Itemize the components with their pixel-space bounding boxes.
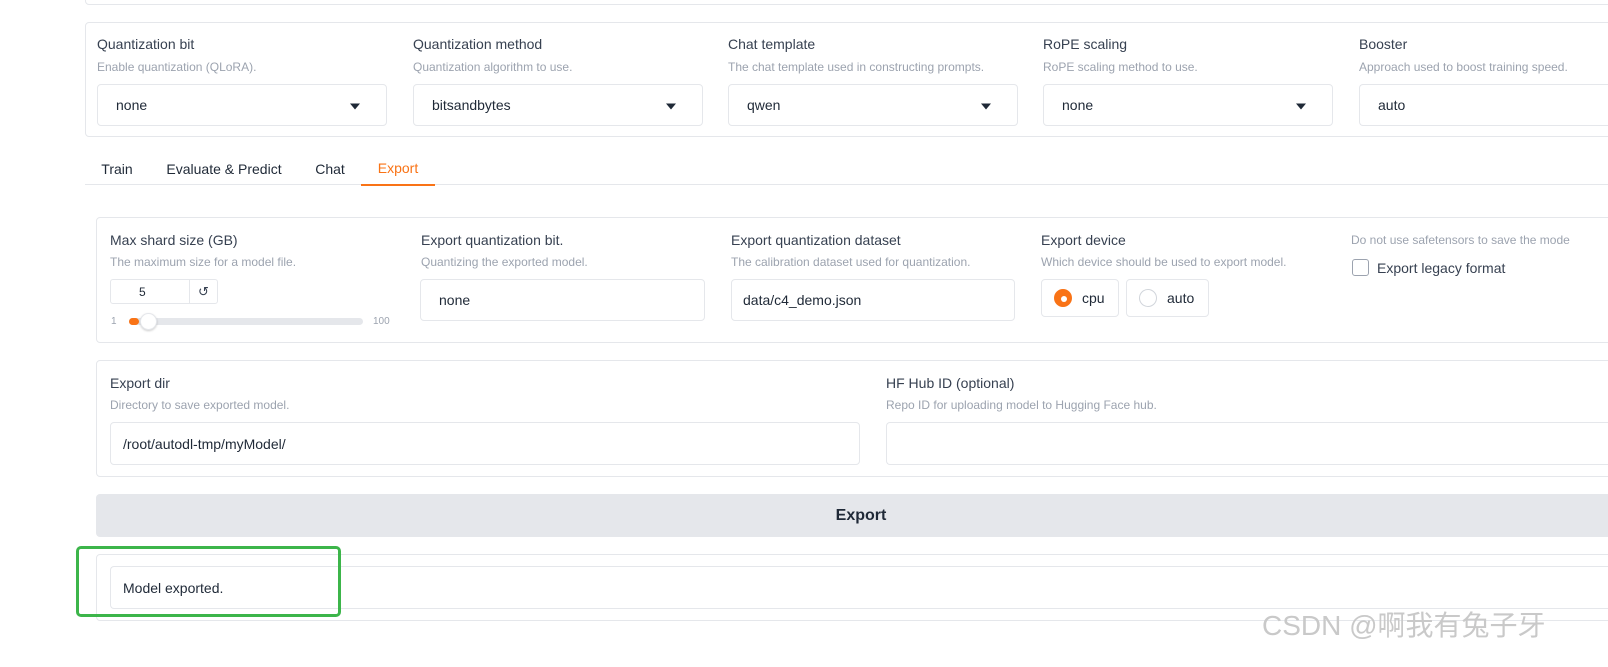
previous-panel-edge [85,0,1608,5]
max-shard-size-info: The maximum size for a model file. [110,255,297,269]
rope-scaling-info: RoPE scaling method to use. [1043,60,1198,74]
export-legacy-format-info: Do not use safetensors to save the mode [1351,233,1570,247]
radio-selected-icon [1054,289,1072,307]
quantization-bit-info: Enable quantization (QLoRA). [97,60,257,74]
radio-unselected-icon [1139,289,1157,307]
export-device-cpu-label: cpu [1082,290,1105,306]
booster-value: auto [1378,97,1406,113]
chevron-down-icon [350,103,360,110]
export-quantization-dataset-value: data/c4_demo.json [743,292,862,308]
export-device-info: Which device should be used to export mo… [1041,255,1287,269]
rope-scaling-dropdown[interactable]: none [1043,84,1333,126]
slider-max-label: 100 [373,316,390,327]
export-quantization-dataset-label: Export quantization dataset [731,232,901,248]
quantization-method-info: Quantization algorithm to use. [413,60,573,74]
chevron-down-icon [666,103,676,110]
max-shard-size-slider[interactable] [129,313,363,330]
tab-export[interactable]: Export [361,152,435,186]
export-quantization-dataset-input[interactable]: data/c4_demo.json [731,279,1015,321]
export-dir-value: /root/autodl-tmp/myModel/ [123,435,286,452]
hf-hub-id-label: HF Hub ID (optional) [886,375,1015,391]
slider-min-label: 1 [111,316,117,327]
quantization-bit-dropdown[interactable]: none [97,84,387,126]
chevron-down-icon [981,103,991,110]
export-quantization-bit-label: Export quantization bit. [421,232,564,248]
booster-dropdown[interactable]: auto [1359,84,1608,126]
chat-template-value: qwen [747,97,781,113]
export-dir-info: Directory to save exported model. [110,398,290,412]
export-quantization-bit-dropdown[interactable]: none [420,279,705,321]
tab-bar: Train Evaluate & Predict Chat Export [85,152,1608,186]
max-shard-size-label: Max shard size (GB) [110,232,238,248]
tab-train[interactable]: Train [93,152,141,185]
booster-label: Booster [1359,36,1408,52]
tab-chat[interactable]: Chat [305,152,355,185]
quantization-method-dropdown[interactable]: bitsandbytes [413,84,703,126]
watermark: CSDN @啊我有兔子牙 [1262,610,1546,641]
chat-template-dropdown[interactable]: qwen [728,84,1018,126]
hf-hub-id-info: Repo ID for uploading model to Hugging F… [886,398,1157,412]
export-dir-input[interactable]: /root/autodl-tmp/myModel/ [110,422,860,465]
export-device-option-auto[interactable]: auto [1126,279,1209,317]
export-legacy-format-checkbox[interactable] [1352,259,1369,276]
slider-fill [129,318,139,325]
chat-template-label: Chat template [728,36,816,52]
rope-scaling-value: none [1062,97,1094,113]
export-device-option-cpu[interactable]: cpu [1041,279,1119,317]
export-device-label: Export device [1041,232,1126,248]
export-device-auto-label: auto [1167,290,1195,306]
chat-template-info: The chat template used in constructing p… [728,60,985,74]
highlight-box [76,546,341,617]
export-legacy-format-label[interactable]: Export legacy format [1377,260,1505,276]
quantization-bit-value: none [116,97,148,113]
export-quantization-bit-value: none [439,292,471,308]
rope-scaling-label: RoPE scaling [1043,36,1128,52]
export-quantization-bit-info: Quantizing the exported model. [421,255,588,269]
booster-info: Approach used to boost training speed. [1359,60,1568,74]
quantization-method-value: bitsandbytes [432,97,511,113]
tab-evaluate-predict[interactable]: Evaluate & Predict [159,152,289,185]
export-button[interactable]: Export [96,494,1608,537]
quantization-bit-label: Quantization bit [97,36,195,52]
quantization-method-label: Quantization method [413,36,543,52]
max-shard-size-input[interactable]: 5 [110,279,190,304]
hf-hub-id-input[interactable] [886,422,1608,465]
export-dir-label: Export dir [110,375,170,391]
reset-icon[interactable]: ↺ [189,279,218,304]
export-quantization-dataset-info: The calibration dataset used for quantiz… [731,255,971,269]
chevron-down-icon [1296,103,1306,110]
